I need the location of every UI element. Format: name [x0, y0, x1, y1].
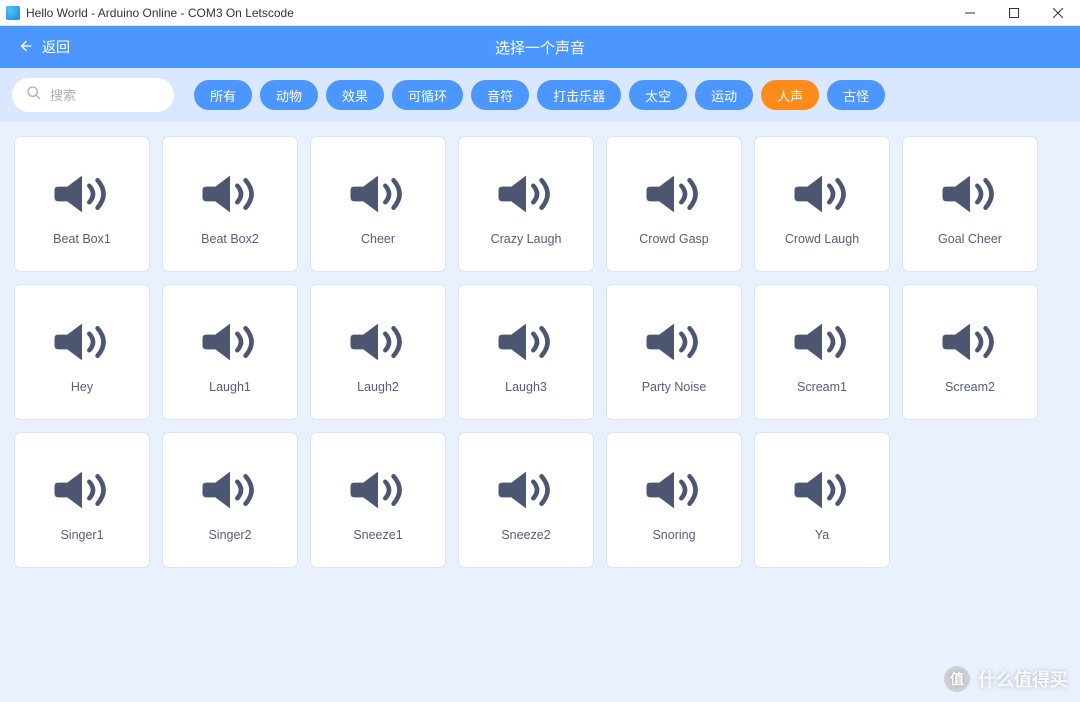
- category-chip-label: 打击乐器: [553, 86, 605, 105]
- minimize-button[interactable]: [948, 0, 992, 25]
- sound-label: Snoring: [648, 528, 699, 542]
- sound-icon: [942, 172, 998, 216]
- sound-card[interactable]: Laugh3: [458, 284, 594, 420]
- sound-icon: [202, 172, 258, 216]
- sound-label: Hey: [67, 380, 97, 394]
- sound-icon: [202, 320, 258, 364]
- category-chip-6[interactable]: 太空: [629, 80, 687, 110]
- sound-card[interactable]: Sneeze1: [310, 432, 446, 568]
- category-chip-label: 音符: [487, 86, 513, 105]
- sound-label: Crazy Laugh: [487, 232, 566, 246]
- sound-label: Ya: [811, 528, 833, 542]
- sound-label: Singer1: [56, 528, 107, 542]
- category-chip-label: 太空: [645, 86, 671, 105]
- sound-icon: [54, 172, 110, 216]
- back-arrow-icon: [18, 38, 34, 57]
- back-label: 返回: [42, 37, 70, 57]
- sound-icon: [54, 468, 110, 512]
- sound-icon: [498, 320, 554, 364]
- window-controls: [948, 0, 1080, 25]
- sound-label: Scream2: [941, 380, 999, 394]
- sound-card[interactable]: Scream2: [902, 284, 1038, 420]
- sound-label: Crowd Laugh: [781, 232, 863, 246]
- page-header: 返回 选择一个声音: [0, 26, 1080, 68]
- sound-label: Laugh2: [353, 380, 403, 394]
- sound-card[interactable]: Sneeze2: [458, 432, 594, 568]
- category-chip-1[interactable]: 动物: [260, 80, 318, 110]
- sound-icon: [202, 468, 258, 512]
- search-box[interactable]: [12, 78, 174, 112]
- category-chip-label: 人声: [777, 86, 803, 105]
- sound-icon: [646, 468, 702, 512]
- sound-card[interactable]: Cheer: [310, 136, 446, 272]
- category-chip-label: 动物: [276, 86, 302, 105]
- sound-label: Beat Box1: [49, 232, 115, 246]
- sound-grid: Beat Box1 Beat Box2 Cheer Crazy Laugh Cr…: [14, 136, 1066, 568]
- sound-icon: [646, 320, 702, 364]
- sound-icon: [794, 172, 850, 216]
- sound-grid-wrap[interactable]: Beat Box1 Beat Box2 Cheer Crazy Laugh Cr…: [0, 122, 1080, 702]
- category-chip-label: 古怪: [843, 86, 869, 105]
- category-chip-label: 运动: [711, 86, 737, 105]
- sound-icon: [350, 172, 406, 216]
- sound-label: Party Noise: [638, 380, 711, 394]
- sound-label: Crowd Gasp: [635, 232, 712, 246]
- category-chip-5[interactable]: 打击乐器: [537, 80, 621, 110]
- sound-icon: [54, 320, 110, 364]
- sound-label: Sneeze1: [349, 528, 406, 542]
- maximize-button[interactable]: [992, 0, 1036, 25]
- sound-label: Laugh1: [205, 380, 255, 394]
- category-chip-0[interactable]: 所有: [194, 80, 252, 110]
- sound-icon: [350, 320, 406, 364]
- sound-icon: [498, 172, 554, 216]
- sound-label: Cheer: [357, 232, 399, 246]
- sound-card[interactable]: Hey: [14, 284, 150, 420]
- sound-label: Goal Cheer: [934, 232, 1006, 246]
- sound-card[interactable]: Singer2: [162, 432, 298, 568]
- titlebar: Hello World - Arduino Online - COM3 On L…: [0, 0, 1080, 26]
- sound-icon: [646, 172, 702, 216]
- search-icon: [26, 85, 42, 106]
- close-button[interactable]: [1036, 0, 1080, 25]
- sound-card[interactable]: Goal Cheer: [902, 136, 1038, 272]
- sound-card[interactable]: Crazy Laugh: [458, 136, 594, 272]
- category-chip-label: 所有: [210, 86, 236, 105]
- sound-card[interactable]: Scream1: [754, 284, 890, 420]
- filter-bar: 所有 动物 效果 可循环 音符 打击乐器 太空 运动 人声 古怪: [0, 68, 1080, 122]
- sound-icon: [794, 468, 850, 512]
- sound-card[interactable]: Singer1: [14, 432, 150, 568]
- window-title: Hello World - Arduino Online - COM3 On L…: [26, 6, 294, 20]
- category-chip-9[interactable]: 古怪: [827, 80, 885, 110]
- sound-icon: [794, 320, 850, 364]
- sound-label: Singer2: [204, 528, 255, 542]
- sound-card[interactable]: Laugh1: [162, 284, 298, 420]
- category-chip-label: 效果: [342, 86, 368, 105]
- sound-card[interactable]: Ya: [754, 432, 890, 568]
- sound-card[interactable]: Party Noise: [606, 284, 742, 420]
- sound-label: Scream1: [793, 380, 851, 394]
- category-chip-3[interactable]: 可循环: [392, 80, 463, 110]
- sound-card[interactable]: Beat Box1: [14, 136, 150, 272]
- category-chip-4[interactable]: 音符: [471, 80, 529, 110]
- category-chip-2[interactable]: 效果: [326, 80, 384, 110]
- sound-card[interactable]: Snoring: [606, 432, 742, 568]
- sound-card[interactable]: Laugh2: [310, 284, 446, 420]
- sound-card[interactable]: Beat Box2: [162, 136, 298, 272]
- category-chip-8[interactable]: 人声: [761, 80, 819, 110]
- sound-icon: [942, 320, 998, 364]
- category-chips: 所有 动物 效果 可循环 音符 打击乐器 太空 运动 人声 古怪: [194, 80, 885, 110]
- sound-card[interactable]: Crowd Laugh: [754, 136, 890, 272]
- category-chip-label: 可循环: [408, 86, 447, 105]
- sound-icon: [498, 468, 554, 512]
- back-button[interactable]: 返回: [0, 37, 70, 57]
- sound-label: Sneeze2: [497, 528, 554, 542]
- category-chip-7[interactable]: 运动: [695, 80, 753, 110]
- app-icon: [6, 6, 20, 20]
- sound-icon: [350, 468, 406, 512]
- page-title: 选择一个声音: [0, 37, 1080, 58]
- sound-label: Laugh3: [501, 380, 551, 394]
- sound-label: Beat Box2: [197, 232, 263, 246]
- sound-card[interactable]: Crowd Gasp: [606, 136, 742, 272]
